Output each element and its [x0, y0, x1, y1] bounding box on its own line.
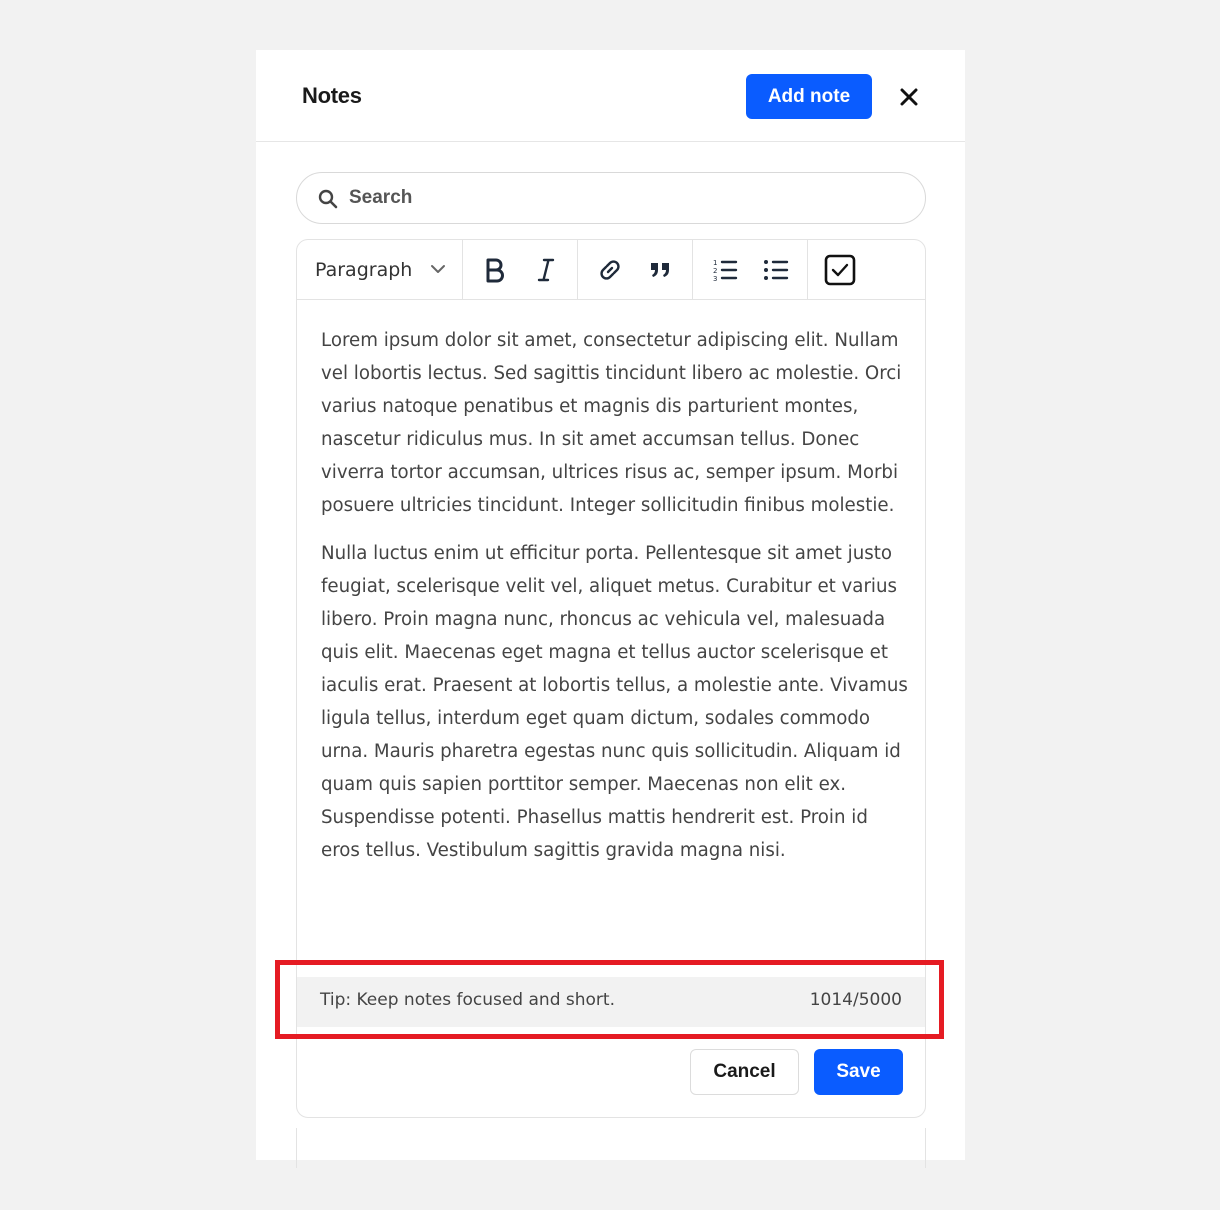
format-group: Paragraph	[297, 240, 463, 299]
highlight-box	[275, 960, 944, 1039]
svg-text:2: 2	[713, 267, 717, 275]
paragraph: Nulla luctus enim ut efficitur porta. Pe…	[321, 543, 908, 861]
search-icon	[318, 189, 338, 209]
editor-content[interactable]: Lorem ipsum dolor sit amet, consectetur …	[321, 324, 909, 882]
next-note-card	[296, 1128, 926, 1168]
italic-icon[interactable]	[526, 251, 566, 289]
insert-group	[578, 240, 693, 299]
add-note-button[interactable]: Add note	[746, 74, 872, 119]
search-input[interactable]	[349, 183, 889, 213]
chevron-down-icon	[429, 262, 447, 276]
page-title: Notes	[302, 83, 362, 108]
paragraph: Lorem ipsum dolor sit amet, consectetur …	[321, 330, 902, 516]
checklist-icon[interactable]	[820, 251, 860, 289]
svg-text:1: 1	[713, 259, 717, 267]
check-group	[808, 240, 925, 299]
block-format-label: Paragraph	[315, 258, 413, 281]
editor-toolbar: Paragraph 1 2 3	[297, 240, 925, 300]
search-box[interactable]	[296, 172, 926, 224]
panel-header: Notes Add note	[256, 50, 965, 142]
numbered-list-icon[interactable]: 123	[705, 251, 745, 289]
close-icon[interactable]	[896, 84, 922, 110]
bold-icon[interactable]	[475, 251, 515, 289]
save-button[interactable]: Save	[814, 1049, 903, 1095]
bulleted-list-icon[interactable]	[756, 251, 796, 289]
link-icon[interactable]	[590, 251, 630, 289]
quote-icon[interactable]	[641, 251, 681, 289]
style-group	[463, 240, 578, 299]
cancel-button[interactable]: Cancel	[690, 1049, 799, 1095]
list-group: 123	[693, 240, 808, 299]
svg-text:3: 3	[713, 275, 717, 283]
